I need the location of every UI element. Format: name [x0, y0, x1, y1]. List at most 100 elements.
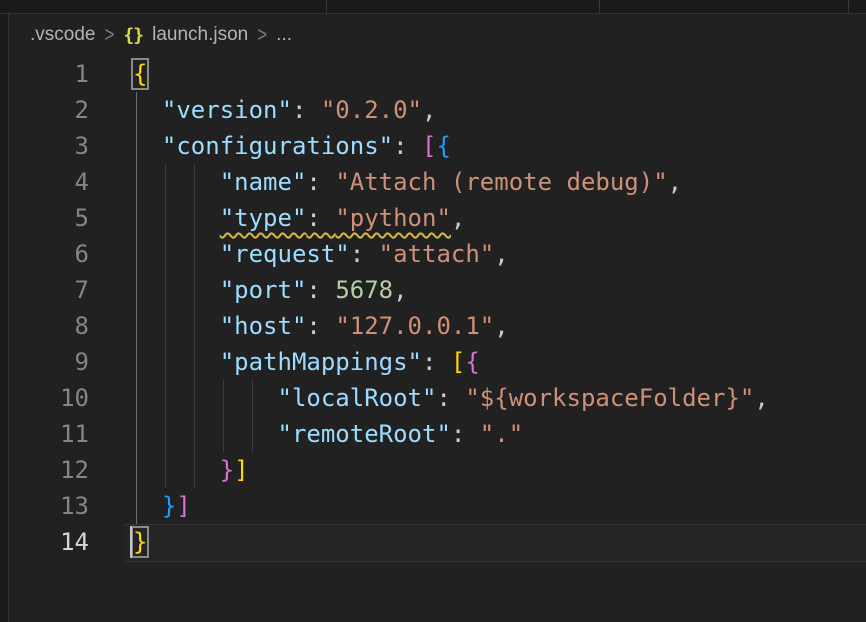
- token: :: [451, 420, 480, 448]
- tab-bar: [0, 0, 866, 14]
- code-text: "configurations": [{: [89, 128, 451, 164]
- code-line[interactable]: 3 "configurations": [{: [9, 128, 866, 164]
- line-number: 5: [9, 200, 89, 236]
- line-number: 3: [9, 128, 89, 164]
- token: ,: [393, 276, 407, 304]
- code-text: "host": "127.0.0.1",: [89, 308, 509, 344]
- tab-divider: [326, 0, 327, 13]
- token: [: [451, 348, 465, 376]
- line-number: 1: [9, 56, 89, 92]
- line-number: 8: [9, 308, 89, 344]
- token: "${workspaceFolder}": [465, 384, 754, 412]
- token: "port": [220, 276, 307, 304]
- token: ,: [754, 384, 768, 412]
- line-number: 12: [9, 452, 89, 488]
- json-file-icon: {}: [123, 25, 143, 46]
- code-text: "port": 5678,: [89, 272, 408, 308]
- line-number: 9: [9, 344, 89, 380]
- token: ,: [668, 168, 682, 196]
- token: "version": [162, 96, 292, 124]
- breadcrumb-folder[interactable]: .vscode: [30, 24, 95, 46]
- token: "Attach (remote debug)": [335, 168, 667, 196]
- token: :: [422, 348, 451, 376]
- token: :: [306, 168, 335, 196]
- code-line[interactable]: 14}: [9, 524, 866, 560]
- line-number: 4: [9, 164, 89, 200]
- code-line[interactable]: 11 "remoteRoot": ".": [9, 416, 866, 452]
- code-text: "pathMappings": [{: [89, 344, 480, 380]
- code-text: }]: [89, 488, 191, 524]
- token: :: [306, 312, 335, 340]
- window-left-edge: [0, 0, 9, 622]
- code-line[interactable]: 12 }]: [9, 452, 866, 488]
- code-text: }: [89, 524, 147, 560]
- code-line[interactable]: 7 "port": 5678,: [9, 272, 866, 308]
- tab-divider: [599, 0, 600, 13]
- code-line[interactable]: 5 "type": "python",: [9, 200, 866, 236]
- line-number: 7: [9, 272, 89, 308]
- token: 5678: [335, 276, 393, 304]
- token: :: [393, 132, 422, 160]
- chevron-right-icon: >: [104, 23, 114, 48]
- code-text: "type": "python",: [89, 200, 465, 236]
- token: ,: [494, 312, 508, 340]
- token: {: [436, 132, 450, 160]
- line-number: 2: [9, 92, 89, 128]
- line-number: 6: [9, 236, 89, 272]
- code-lines: 1{2 "version": "0.2.0",3 "configurations…: [9, 56, 866, 560]
- line-number: 13: [9, 488, 89, 524]
- code-line[interactable]: 10 "localRoot": "${workspaceFolder}",: [9, 380, 866, 416]
- token: "host": [220, 312, 307, 340]
- text-cursor: [130, 526, 132, 558]
- token: "attach": [379, 240, 495, 268]
- code-text: "name": "Attach (remote debug)",: [89, 164, 682, 200]
- token: [: [422, 132, 436, 160]
- code-text: "remoteRoot": ".": [89, 416, 523, 452]
- code-text: }]: [89, 452, 249, 488]
- code-line[interactable]: 2 "version": "0.2.0",: [9, 92, 866, 128]
- breadcrumb-symbol[interactable]: ...: [276, 24, 292, 46]
- code-line[interactable]: 8 "host": "127.0.0.1",: [9, 308, 866, 344]
- token: }: [220, 456, 234, 484]
- token: }: [133, 528, 147, 556]
- token: "configurations": [162, 132, 393, 160]
- code-line[interactable]: 1{: [9, 56, 866, 92]
- token: "python": [335, 204, 451, 232]
- token: "remoteRoot": [278, 420, 451, 448]
- token: ,: [422, 96, 436, 124]
- token: :: [306, 276, 335, 304]
- token: "127.0.0.1": [335, 312, 494, 340]
- code-line[interactable]: 6 "request": "attach",: [9, 236, 866, 272]
- code-line[interactable]: 13 }]: [9, 488, 866, 524]
- code-line[interactable]: 9 "pathMappings": [{: [9, 344, 866, 380]
- breadcrumb-file[interactable]: launch.json: [152, 24, 248, 46]
- token: "name": [220, 168, 307, 196]
- token: :: [436, 384, 465, 412]
- token: {: [133, 60, 147, 88]
- code-line[interactable]: 4 "name": "Attach (remote debug)",: [9, 164, 866, 200]
- token: ]: [176, 492, 190, 520]
- token: ]: [234, 456, 248, 484]
- token: :: [306, 204, 335, 232]
- line-number: 10: [9, 380, 89, 416]
- code-text: {: [89, 56, 147, 92]
- tab-divider: [848, 0, 849, 13]
- token: {: [465, 348, 479, 376]
- token: "0.2.0": [321, 96, 422, 124]
- line-number: 11: [9, 416, 89, 452]
- breadcrumb: .vscode > {} launch.json > ...: [9, 14, 866, 56]
- token: "type": [220, 204, 307, 232]
- token: "pathMappings": [220, 348, 422, 376]
- token: :: [350, 240, 379, 268]
- token: ,: [494, 240, 508, 268]
- token: }: [162, 492, 176, 520]
- code-text: "version": "0.2.0",: [89, 92, 436, 128]
- editor[interactable]: 1{2 "version": "0.2.0",3 "configurations…: [9, 56, 866, 622]
- code-text: "request": "attach",: [89, 236, 509, 272]
- token: ".": [480, 420, 523, 448]
- token: :: [292, 96, 321, 124]
- code-text: "localRoot": "${workspaceFolder}",: [89, 380, 769, 416]
- chevron-right-icon: >: [257, 23, 267, 48]
- token: ,: [451, 204, 465, 232]
- token: "request": [220, 240, 350, 268]
